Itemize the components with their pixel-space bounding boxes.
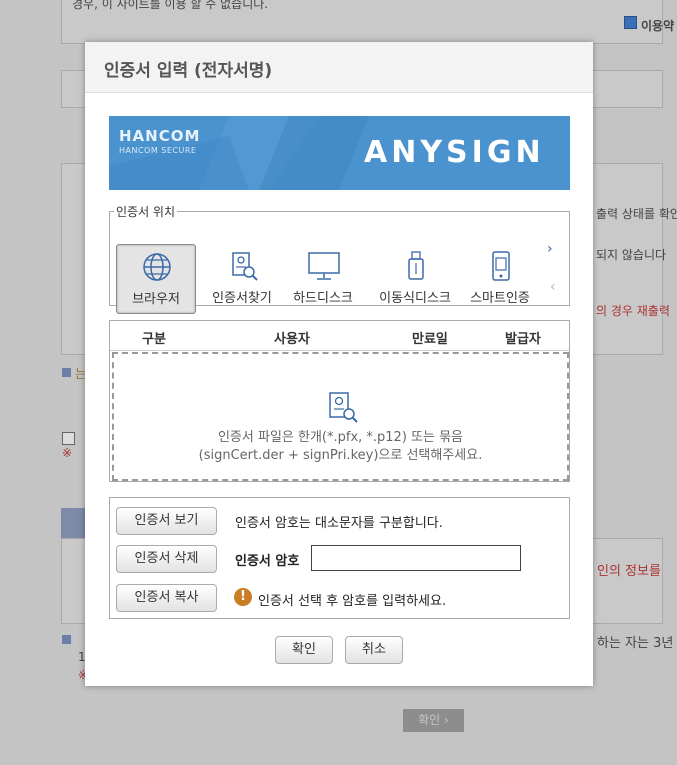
ok-button[interactable]: 확인 <box>275 636 333 664</box>
hancom-logo: HANCOM <box>119 127 201 145</box>
usb-icon <box>408 251 424 280</box>
bg-notice-box: 경우, 이 사이트를 이용 할 수 없습니다. <box>61 0 663 44</box>
location-browser[interactable]: 브라우저 <box>116 244 196 314</box>
bg-right-text-5: 하는 자는 3년 <box>597 636 674 651</box>
cert-file-icon <box>329 392 358 423</box>
case-sensitive-hint: 인증서 암호는 대소문자를 구분합니다. <box>235 516 443 531</box>
smartphone-icon <box>492 251 510 281</box>
view-cert-button[interactable]: 인증서 보기 <box>116 507 217 535</box>
dialog-title: 인증서 입력 (전자서명) <box>104 61 273 81</box>
monitor-icon <box>308 252 340 280</box>
warning-text: 인증서 선택 후 암호를 입력하세요. <box>258 594 447 609</box>
prev-arrow-icon[interactable]: ‹ <box>550 279 556 295</box>
hancom-secure-text: HANCOM SECURE <box>119 146 197 155</box>
header-type: 구분 <box>142 332 166 347</box>
location-hard-disk[interactable]: 하드디스크 <box>284 244 362 312</box>
cancel-button[interactable]: 취소 <box>345 636 403 664</box>
cert-search-icon <box>232 252 258 281</box>
header-expiry: 만료일 <box>412 332 448 347</box>
bg-right-text-1: 출력 상태를 확인 <box>596 207 677 221</box>
copy-cert-button[interactable]: 인증서 복사 <box>116 584 217 612</box>
bg-right-text-3: 의 경우 재출력 <box>596 304 670 318</box>
bg-checkbox[interactable] <box>62 432 75 445</box>
bg-confirm-button[interactable]: 확인 › <box>403 709 464 732</box>
bg-agree-label: 이용약 <box>641 19 675 33</box>
cert-list-header: 구분 사용자 만료일 발급자 <box>110 321 569 351</box>
drop-text-line-2: (signCert.der + signPri.key)으로 선택해주세요. <box>198 448 483 463</box>
cert-dialog: 인증서 입력 (전자서명) HANCOM HANCOM SECURE ANYSI… <box>85 42 593 686</box>
bg-bullet-icon-2 <box>62 635 71 644</box>
bg-right-text-4: 인의 정보를 <box>597 564 661 579</box>
bg-agree-checkbox[interactable] <box>624 16 637 29</box>
location-hard-disk-label: 하드디스크 <box>293 291 353 306</box>
anysign-logo: ANYSIGN <box>364 135 545 170</box>
cert-list-table: 구분 사용자 만료일 발급자 인증서 파일은 한개(*.pfx, *.p12) … <box>109 320 570 482</box>
anysign-banner: HANCOM HANCOM SECURE ANYSIGN <box>109 116 570 190</box>
globe-icon <box>143 253 171 281</box>
bg-left-note: ※ <box>62 446 73 460</box>
location-cert-search[interactable]: 인증서찾기 <box>203 244 281 312</box>
location-smart-cert[interactable]: 스마트인증 <box>461 244 539 312</box>
header-issuer: 발급자 <box>505 332 541 347</box>
bg-right-text-2: 되지 않습니다 <box>596 248 667 262</box>
cert-location-group: 인증서 위치 브라우저 인증서찾기 하드디스크 이동식디스크 스마트인증 › ‹ <box>109 203 570 314</box>
location-smart-cert-label: 스마트인증 <box>470 291 530 306</box>
location-removable-disk-label: 이동식디스크 <box>379 291 451 306</box>
bg-bullet-icon <box>62 368 71 377</box>
delete-cert-button[interactable]: 인증서 삭제 <box>116 545 217 573</box>
cert-actions-panel: 인증서 보기 인증서 암호는 대소문자를 구분합니다. 인증서 삭제 인증서 암… <box>109 497 570 619</box>
next-arrow-icon[interactable]: › <box>547 241 553 257</box>
drop-text-line-1: 인증서 파일은 한개(*.pfx, *.p12) 또는 묶음 <box>217 430 464 445</box>
bg-notice-text: 경우, 이 사이트를 이용 할 수 없습니다. <box>72 0 269 11</box>
warning-icon: ! <box>234 588 252 606</box>
password-label: 인증서 암호 <box>235 554 300 569</box>
header-user: 사용자 <box>274 332 310 347</box>
location-cert-search-label: 인증서찾기 <box>212 291 272 306</box>
cert-drop-zone[interactable]: 인증서 파일은 한개(*.pfx, *.p12) 또는 묶음 (signCert… <box>112 352 569 481</box>
password-input[interactable] <box>311 545 521 571</box>
cert-location-legend: 인증서 위치 <box>116 205 176 219</box>
dialog-header: 인증서 입력 (전자서명) <box>85 42 593 93</box>
location-browser-label: 브라우저 <box>132 292 180 307</box>
bg-tab[interactable] <box>61 508 85 538</box>
location-removable-disk[interactable]: 이동식디스크 <box>372 244 458 312</box>
